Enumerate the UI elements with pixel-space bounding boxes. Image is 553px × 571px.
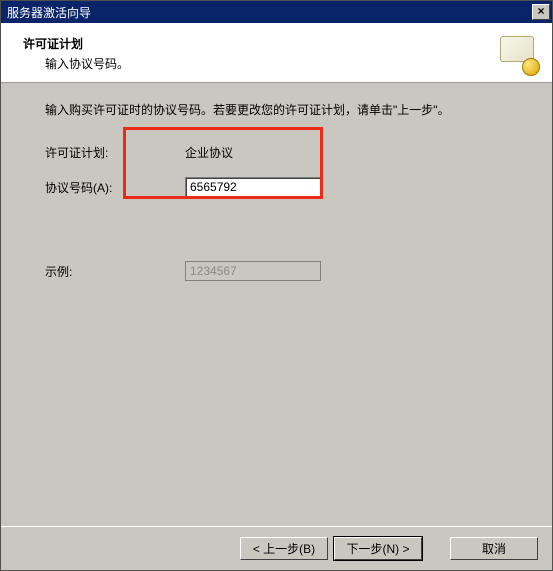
header-subtitle: 输入协议号码。 — [45, 55, 498, 72]
cancel-button[interactable]: 取消 — [450, 537, 538, 560]
license-plan-value: 企业协议 — [185, 144, 233, 161]
window-title: 服务器激活向导 — [7, 4, 532, 21]
license-plan-row: 许可证计划: 企业协议 — [45, 144, 512, 161]
example-label: 示例: — [45, 263, 185, 280]
instruction-text: 输入购买许可证时的协议号码。若要更改您的许可证计划，请单击"上一步"。 — [45, 101, 512, 120]
wizard-footer: < 上一步(B) 下一步(N) > 取消 — [1, 526, 552, 570]
example-row: 示例: — [45, 261, 512, 281]
example-field — [185, 261, 321, 281]
agreement-label: 协议号码(A): — [45, 179, 185, 196]
certificate-icon — [498, 34, 538, 74]
wizard-header: 许可证计划 输入协议号码。 — [1, 23, 552, 83]
back-button[interactable]: < 上一步(B) — [240, 537, 328, 560]
next-button[interactable]: 下一步(N) > — [334, 537, 422, 560]
agreement-input[interactable] — [185, 177, 321, 197]
close-button[interactable]: × — [532, 4, 550, 20]
wizard-window: 服务器激活向导 × 许可证计划 输入协议号码。 输入购买许可证时的协议号码。若要… — [0, 0, 553, 571]
license-plan-label: 许可证计划: — [45, 144, 185, 161]
wizard-content: 输入购买许可证时的协议号码。若要更改您的许可证计划，请单击"上一步"。 许可证计… — [1, 83, 552, 526]
agreement-row: 协议号码(A): — [45, 177, 512, 197]
titlebar: 服务器激活向导 × — [1, 1, 552, 23]
header-text: 许可证计划 输入协议号码。 — [23, 35, 498, 72]
header-title: 许可证计划 — [23, 35, 498, 52]
